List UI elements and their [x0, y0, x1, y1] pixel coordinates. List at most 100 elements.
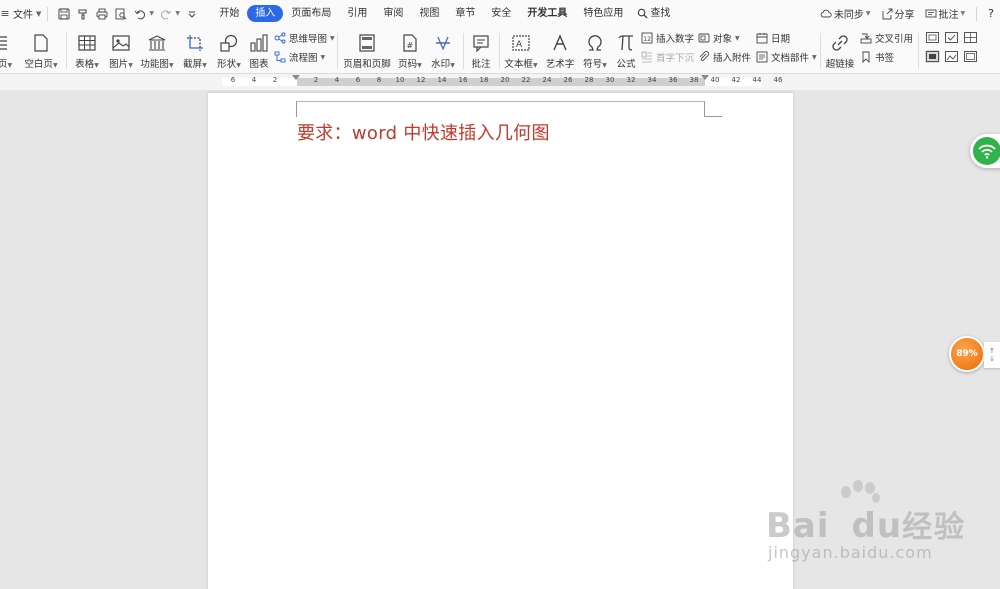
page-number-icon: #	[403, 34, 417, 52]
view-toggle-icon[interactable]	[925, 31, 940, 44]
layout-toggle-icon[interactable]	[925, 50, 940, 63]
tab-page-layout[interactable]: 页面布局	[283, 5, 339, 22]
help-button[interactable]: ?	[983, 7, 1000, 20]
grid-toggle-icon[interactable]	[963, 31, 978, 44]
screenshot-icon	[187, 35, 203, 51]
comment-label: 批注	[471, 59, 491, 70]
picture-button[interactable]: 图片▼	[106, 27, 136, 74]
attachment-button[interactable]: 插入附件	[698, 49, 751, 65]
frame-toggle-icon[interactable]	[963, 50, 978, 63]
watermark-brand-b: du	[851, 506, 903, 546]
textbox-label: 文本框	[504, 59, 533, 70]
drop-cap-button[interactable]: 首字下沉	[641, 49, 694, 65]
horizontal-ruler[interactable]: 6 4 2 2 4 6 8 10 12 14 16 18 20 22 24 26…	[0, 74, 1000, 90]
file-menu-label: 文件	[13, 10, 33, 21]
wifi-float-button[interactable]	[970, 134, 1000, 168]
tab-security[interactable]: 安全	[483, 5, 519, 22]
sync-button[interactable]: 未同步 ▼	[815, 6, 876, 21]
chevron-down-icon[interactable]: ▼	[175, 10, 182, 17]
insert-number-button[interactable]: 12 插入数字	[641, 30, 694, 46]
share-label: 分享	[894, 10, 915, 21]
picture-label: 图片	[109, 59, 129, 70]
formula-button[interactable]: 公式	[613, 27, 639, 74]
right-indent-marker[interactable]	[701, 75, 709, 80]
document-text[interactable]: 要求：word 中快速插入几何图	[297, 119, 550, 145]
symbol-label: 符号	[583, 59, 603, 70]
bookmark-icon	[862, 51, 870, 63]
tab-review[interactable]: 审阅	[375, 5, 411, 22]
tab-special[interactable]: 特色应用	[575, 5, 631, 22]
tab-insert[interactable]: 插入	[247, 5, 284, 22]
symbol-button[interactable]: 符号▼	[581, 27, 609, 74]
cover-page-button[interactable]: 页▼	[0, 27, 16, 74]
margin-corner-mark	[296, 101, 297, 117]
share-icon	[882, 8, 892, 19]
object-button[interactable]: 对象 ▼	[698, 30, 740, 46]
ruler-number: 26	[563, 76, 573, 84]
comment-menu-button[interactable]: 批注 ▼	[920, 6, 971, 21]
doc-parts-button[interactable]: 文档部件 ▼	[756, 49, 817, 65]
divider	[463, 33, 464, 69]
svg-text:#: #	[407, 41, 414, 50]
undo-icon[interactable]	[130, 5, 149, 23]
svg-text:A: A	[516, 40, 523, 50]
flowchart-button[interactable]: 流程图 ▼	[274, 49, 325, 65]
link-icon	[832, 35, 848, 51]
chevron-down-icon: ▼	[36, 9, 42, 18]
comment-icon	[473, 35, 489, 53]
image-toggle-icon[interactable]	[944, 50, 959, 63]
cloud-icon	[820, 9, 832, 17]
mind-map-button[interactable]: 思维导图 ▼	[274, 30, 335, 46]
network-speed-tab[interactable]: ↑ ↓	[984, 342, 1000, 368]
blank-page-button[interactable]: 空白页▼	[22, 27, 60, 74]
redo-icon[interactable]	[156, 5, 175, 23]
divider	[820, 33, 821, 69]
hyperlink-button[interactable]: 超链接	[825, 27, 855, 74]
ruler-number: 38	[689, 76, 699, 84]
print-preview-icon[interactable]	[111, 5, 130, 23]
save-icon[interactable]	[54, 5, 73, 23]
page-number-button[interactable]: # 页码▼	[396, 27, 424, 74]
tab-section[interactable]: 章节	[447, 5, 483, 22]
function-chart-icon	[148, 35, 166, 51]
tab-view[interactable]: 视图	[411, 5, 447, 22]
function-chart-button[interactable]: 功能图▼	[140, 27, 174, 74]
bookmark-button[interactable]: 书签	[860, 49, 894, 65]
header-footer-button[interactable]: 页眉和页脚	[342, 27, 392, 74]
customize-toolbar-icon[interactable]	[182, 5, 201, 23]
share-button[interactable]: 分享	[876, 6, 920, 21]
check-toggle-icon[interactable]	[944, 31, 959, 44]
screenshot-label: 截屏	[183, 59, 203, 70]
cross-reference-icon	[860, 33, 872, 44]
tab-developer[interactable]: 开发工具	[519, 5, 575, 22]
divider	[337, 33, 338, 69]
search-icon	[638, 8, 648, 19]
shape-button[interactable]: 形状▼	[214, 27, 244, 74]
ruler-number: 6	[230, 76, 236, 84]
tab-references[interactable]: 引用	[339, 5, 375, 22]
comment-button[interactable]: 批注	[468, 27, 494, 74]
screenshot-button[interactable]: 截屏▼	[180, 27, 210, 74]
menu-tab-bar: ≡ 文件 ▼ ▼ ▼ 开始 插入 页面布局 引用 审阅 视图 章节 安全 开发工…	[0, 0, 1000, 27]
wordart-button[interactable]: 艺术字	[545, 27, 575, 74]
print-icon[interactable]	[92, 5, 111, 23]
tab-home[interactable]: 开始	[211, 5, 247, 22]
textbox-button[interactable]: A 文本框▼	[503, 27, 539, 74]
cross-reference-button[interactable]: 交叉引用	[860, 30, 913, 46]
chart-icon	[250, 34, 268, 52]
ruler-number: 22	[521, 76, 531, 84]
document-page[interactable]: 要求：word 中快速插入几何图	[208, 93, 793, 589]
chart-button[interactable]: 图表	[248, 27, 270, 74]
chevron-down-icon[interactable]: ▼	[149, 10, 156, 17]
speed-ball[interactable]: 89%	[949, 336, 985, 372]
date-button[interactable]: 日期	[756, 30, 790, 46]
watermark-button[interactable]: 水印▼	[428, 27, 458, 74]
ruler-number: 4	[251, 76, 257, 84]
file-menu[interactable]: ≡ 文件 ▼	[0, 0, 41, 27]
indent-marker[interactable]	[292, 75, 300, 80]
table-button[interactable]: 表格▼	[72, 27, 102, 74]
ruler-number: 20	[500, 76, 510, 84]
search-tab[interactable]: 查找	[631, 5, 676, 22]
ruler-number: 42	[731, 76, 741, 84]
format-painter-icon[interactable]	[73, 5, 92, 23]
